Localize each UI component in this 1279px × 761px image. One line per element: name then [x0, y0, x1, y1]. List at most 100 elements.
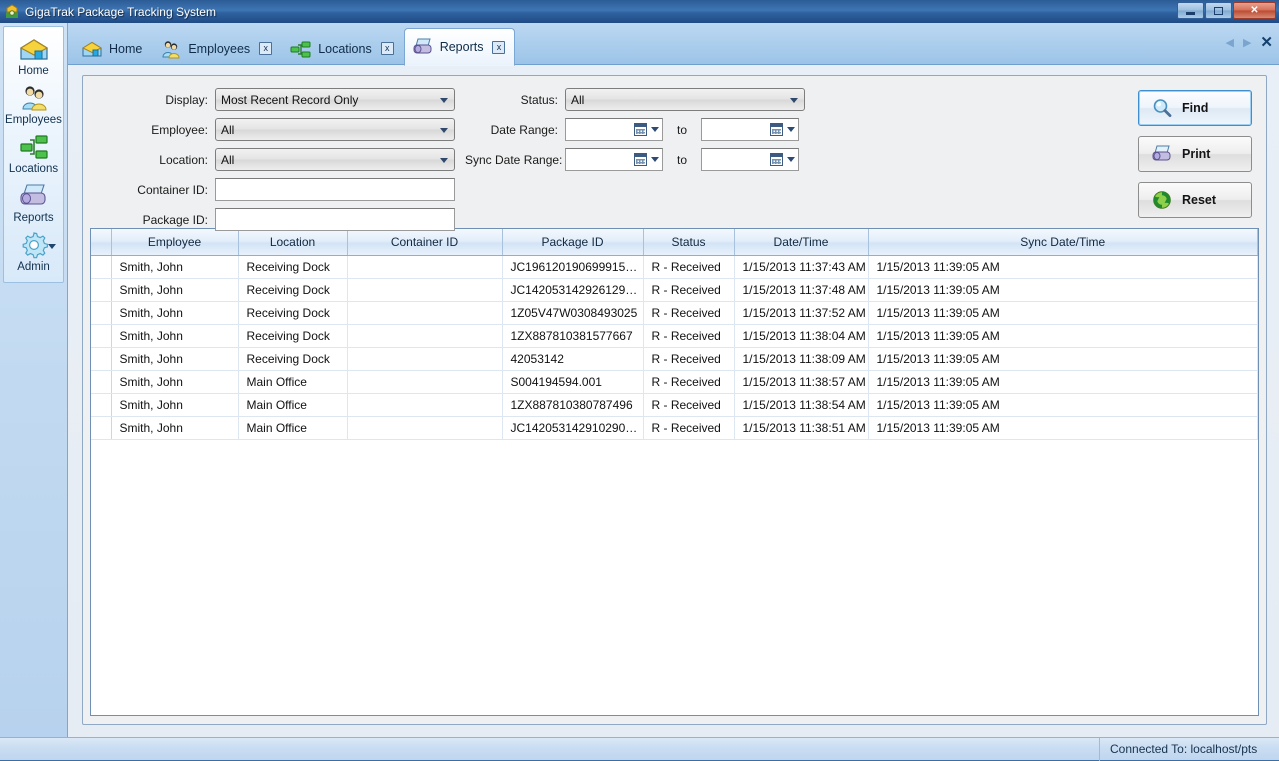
cell-datetime: 1/15/2013 11:37:43 AM [734, 255, 868, 278]
results-grid[interactable]: Employee Location Container ID Package I… [90, 228, 1259, 716]
table-row[interactable]: Smith, JohnReceiving DockJC1961201906999… [91, 255, 1258, 278]
table-row[interactable]: Smith, JohnMain OfficeJC1420531429102901… [91, 416, 1258, 439]
sidebar-item-locations[interactable]: Locations [4, 129, 63, 178]
tab-employees[interactable]: Employees x [152, 31, 282, 65]
date-range-to-input[interactable] [702, 120, 770, 139]
table-body: Smith, JohnReceiving DockJC1961201906999… [91, 255, 1258, 439]
chevron-down-icon[interactable] [651, 127, 659, 132]
chevron-down-icon[interactable] [48, 244, 56, 249]
sync-date-range-from[interactable] [565, 148, 663, 171]
column-header-sync-datetime[interactable]: Sync Date/Time [868, 229, 1258, 255]
package-id-input[interactable] [215, 208, 455, 231]
cell-sync-datetime: 1/15/2013 11:39:05 AM [868, 278, 1258, 301]
cell-location: Main Office [238, 393, 347, 416]
close-button[interactable]: ✕ [1233, 2, 1276, 19]
cell-package-id: 1ZX887810380787496 [502, 393, 643, 416]
location-label: Location: [103, 153, 215, 167]
table-row[interactable]: Smith, JohnMain Office1ZX887810380787496… [91, 393, 1258, 416]
sync-date-range-separator: to [663, 153, 701, 167]
row-selector-cell[interactable] [91, 370, 111, 393]
tab-nav-controls: ◀ ▶ ✕ [1225, 33, 1273, 51]
date-range-from[interactable] [565, 118, 663, 141]
find-button[interactable]: Find [1138, 90, 1252, 126]
app-icon [4, 4, 20, 20]
filter-employee-row: Employee: [103, 118, 455, 141]
table-row[interactable]: Smith, JohnReceiving DockJC1420531429261… [91, 278, 1258, 301]
print-button-label: Print [1182, 147, 1210, 161]
sidebar-item-reports[interactable]: Reports [4, 178, 63, 227]
date-range-to[interactable] [701, 118, 799, 141]
date-range-separator: to [663, 123, 701, 137]
maximize-button[interactable] [1205, 2, 1232, 19]
sidebar-item-home[interactable]: Home [4, 31, 63, 80]
table-row[interactable]: Smith, JohnReceiving Dock1ZX887810381577… [91, 324, 1258, 347]
chevron-down-icon[interactable] [651, 157, 659, 162]
magnifier-icon [1151, 97, 1173, 119]
filter-column-left: Display: Employee: Location: [103, 88, 455, 238]
tab-locations[interactable]: Locations x [282, 31, 404, 65]
table-row[interactable]: Smith, JohnReceiving Dock1Z05V47W0308493… [91, 301, 1258, 324]
calendar-icon[interactable] [634, 123, 647, 136]
row-selector-cell[interactable] [91, 393, 111, 416]
column-header-package-id[interactable]: Package ID [502, 229, 643, 255]
cell-location: Receiving Dock [238, 255, 347, 278]
display-select[interactable] [215, 88, 455, 111]
status-select[interactable] [565, 88, 805, 111]
sidebar-item-employees[interactable]: Employees [4, 80, 63, 129]
row-selector-cell[interactable] [91, 324, 111, 347]
printer-icon [1151, 143, 1173, 165]
cell-datetime: 1/15/2013 11:38:04 AM [734, 324, 868, 347]
row-selector-cell[interactable] [91, 416, 111, 439]
sidebar-item-label: Home [18, 65, 49, 78]
filter-column-right: Status: Date Range: to [465, 88, 805, 178]
tab-label: Locations [318, 42, 372, 56]
column-header-status[interactable]: Status [643, 229, 734, 255]
table-row[interactable]: Smith, JohnMain OfficeS004194594.001R - … [91, 370, 1258, 393]
row-selector-cell[interactable] [91, 347, 111, 370]
chevron-down-icon[interactable] [787, 127, 795, 132]
tab-label: Employees [188, 42, 250, 56]
tab-next-icon[interactable]: ▶ [1243, 36, 1251, 49]
sidebar-item-admin[interactable]: Admin [4, 227, 63, 276]
table-row[interactable]: Smith, JohnReceiving Dock42053142R - Rec… [91, 347, 1258, 370]
tab-close-icon[interactable]: x [381, 42, 394, 55]
column-header-datetime[interactable]: Date/Time [734, 229, 868, 255]
cell-status: R - Received [643, 416, 734, 439]
calendar-icon[interactable] [634, 153, 647, 166]
cell-container-id [347, 255, 502, 278]
tab-home[interactable]: Home [73, 31, 152, 65]
cell-sync-datetime: 1/15/2013 11:39:05 AM [868, 393, 1258, 416]
minimize-button[interactable] [1177, 2, 1204, 19]
tab-close-icon[interactable]: x [492, 41, 505, 54]
people-icon [17, 83, 51, 113]
sync-date-range-to-input[interactable] [702, 150, 770, 169]
row-selector-cell[interactable] [91, 301, 111, 324]
cell-container-id [347, 370, 502, 393]
calendar-icon[interactable] [770, 153, 783, 166]
calendar-icon[interactable] [770, 123, 783, 136]
printer-icon [412, 37, 434, 57]
row-selector-cell[interactable] [91, 255, 111, 278]
cell-datetime: 1/15/2013 11:38:51 AM [734, 416, 868, 439]
cell-container-id [347, 324, 502, 347]
cell-employee: Smith, John [111, 301, 238, 324]
tab-close-active-icon[interactable]: ✕ [1260, 33, 1273, 51]
chevron-down-icon[interactable] [787, 157, 795, 162]
cell-status: R - Received [643, 393, 734, 416]
cell-datetime: 1/15/2013 11:37:48 AM [734, 278, 868, 301]
date-range-label: Date Range: [465, 123, 565, 137]
row-selector-cell[interactable] [91, 278, 111, 301]
tab-close-icon[interactable]: x [259, 42, 272, 55]
sync-date-range-to[interactable] [701, 148, 799, 171]
date-range-from-input[interactable] [566, 120, 634, 139]
cell-datetime: 1/15/2013 11:37:52 AM [734, 301, 868, 324]
container-id-input[interactable] [215, 178, 455, 201]
location-select[interactable] [215, 148, 455, 171]
tab-reports[interactable]: Reports x [404, 28, 516, 66]
print-button[interactable]: Print [1138, 136, 1252, 172]
tab-prev-icon[interactable]: ◀ [1225, 36, 1233, 49]
sync-date-range-from-input[interactable] [566, 150, 634, 169]
filter-date-range-row: Date Range: to [465, 118, 805, 141]
employee-select[interactable] [215, 118, 455, 141]
reset-button[interactable]: Reset [1138, 182, 1252, 218]
